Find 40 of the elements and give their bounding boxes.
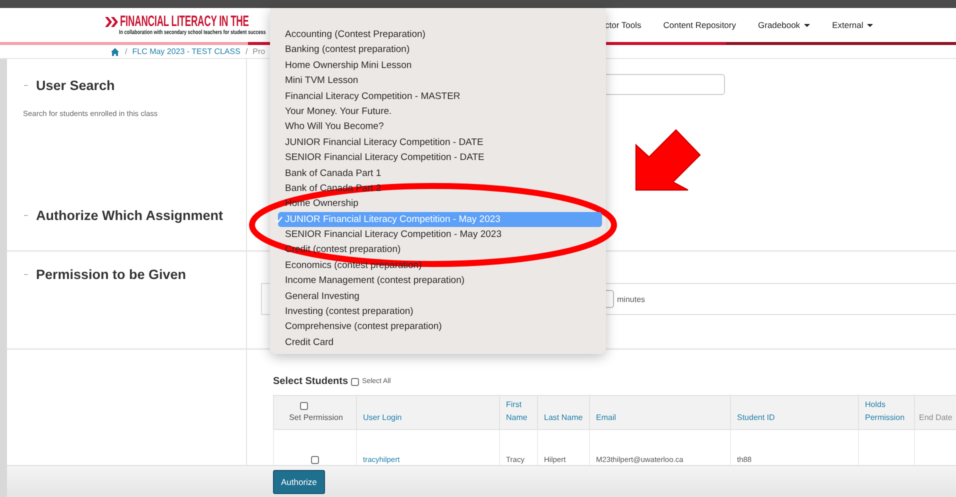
column-header: Set Permission [288,412,344,424]
logo-title: FINANCIAL LITERACY IN THE [120,14,249,30]
menu-item[interactable]: Investing (contest preparation) [278,304,602,320]
checkbox[interactable] [351,378,360,386]
breadcrumb-separator: / [245,47,248,56]
breadcrumb-link[interactable]: FLC May 2023 - TEST CLASS [132,47,240,56]
nav-link[interactable]: Gradebook [758,20,810,30]
section-title: Select Students [273,376,348,387]
menu-item[interactable]: SENIOR Financial Literacy Competition - May 2023 [278,227,602,242]
menu-item[interactable]: Income Management (contest preparation) [278,273,602,289]
nav-link[interactable]: External [832,20,874,30]
menu-item[interactable]: Accounting (Contest Preparation) [278,27,602,42]
section-title: User Search [36,78,115,93]
unit-label: minutes [617,294,646,304]
checkbox[interactable] [300,402,308,410]
chevrons-icon [105,16,119,28]
menu-item[interactable]: JUNIOR Financial Literacy Competition - DATE [278,134,602,150]
menu-item[interactable]: Who Will You Become? [278,119,602,135]
menu-item[interactable]: Your Money. Your Future. [278,104,602,120]
menu-item[interactable]: Bank of Canada Part 1 [278,166,602,181]
check-icon [275,216,283,223]
nav-link[interactable]: Content Repository [663,20,736,30]
menu-item[interactable]: Mini TVM Lesson [278,73,602,89]
menu-item[interactable]: Banking (contest preparation) [278,42,602,58]
column-header: End Date [919,412,954,424]
authorize-button[interactable]: Authorize [273,470,325,494]
menu-item[interactable]: SENIOR Financial Literacy Competition - DATE [278,150,602,166]
breadcrumb-separator: / [125,47,128,56]
menu-item[interactable]: Financial Literacy Competition - MASTER [278,88,602,104]
menu-item[interactable]: Comprehensive (contest preparation) [278,319,602,335]
pointer-arrow [635,129,701,191]
checkbox[interactable] [311,456,319,464]
section-title: Permission to be Given [36,267,186,282]
breadcrumb-link[interactable]: Pro [252,47,266,56]
menu-item[interactable]: General Investing [278,288,602,304]
home-icon [110,46,120,56]
menu-item[interactable]: Credit Card [278,334,602,350]
section-title: Authorize Which Assignment [36,208,224,223]
menu-item[interactable]: Home Ownership [278,196,602,212]
menu-item[interactable]: Home Ownership Mini Lesson [278,58,602,74]
